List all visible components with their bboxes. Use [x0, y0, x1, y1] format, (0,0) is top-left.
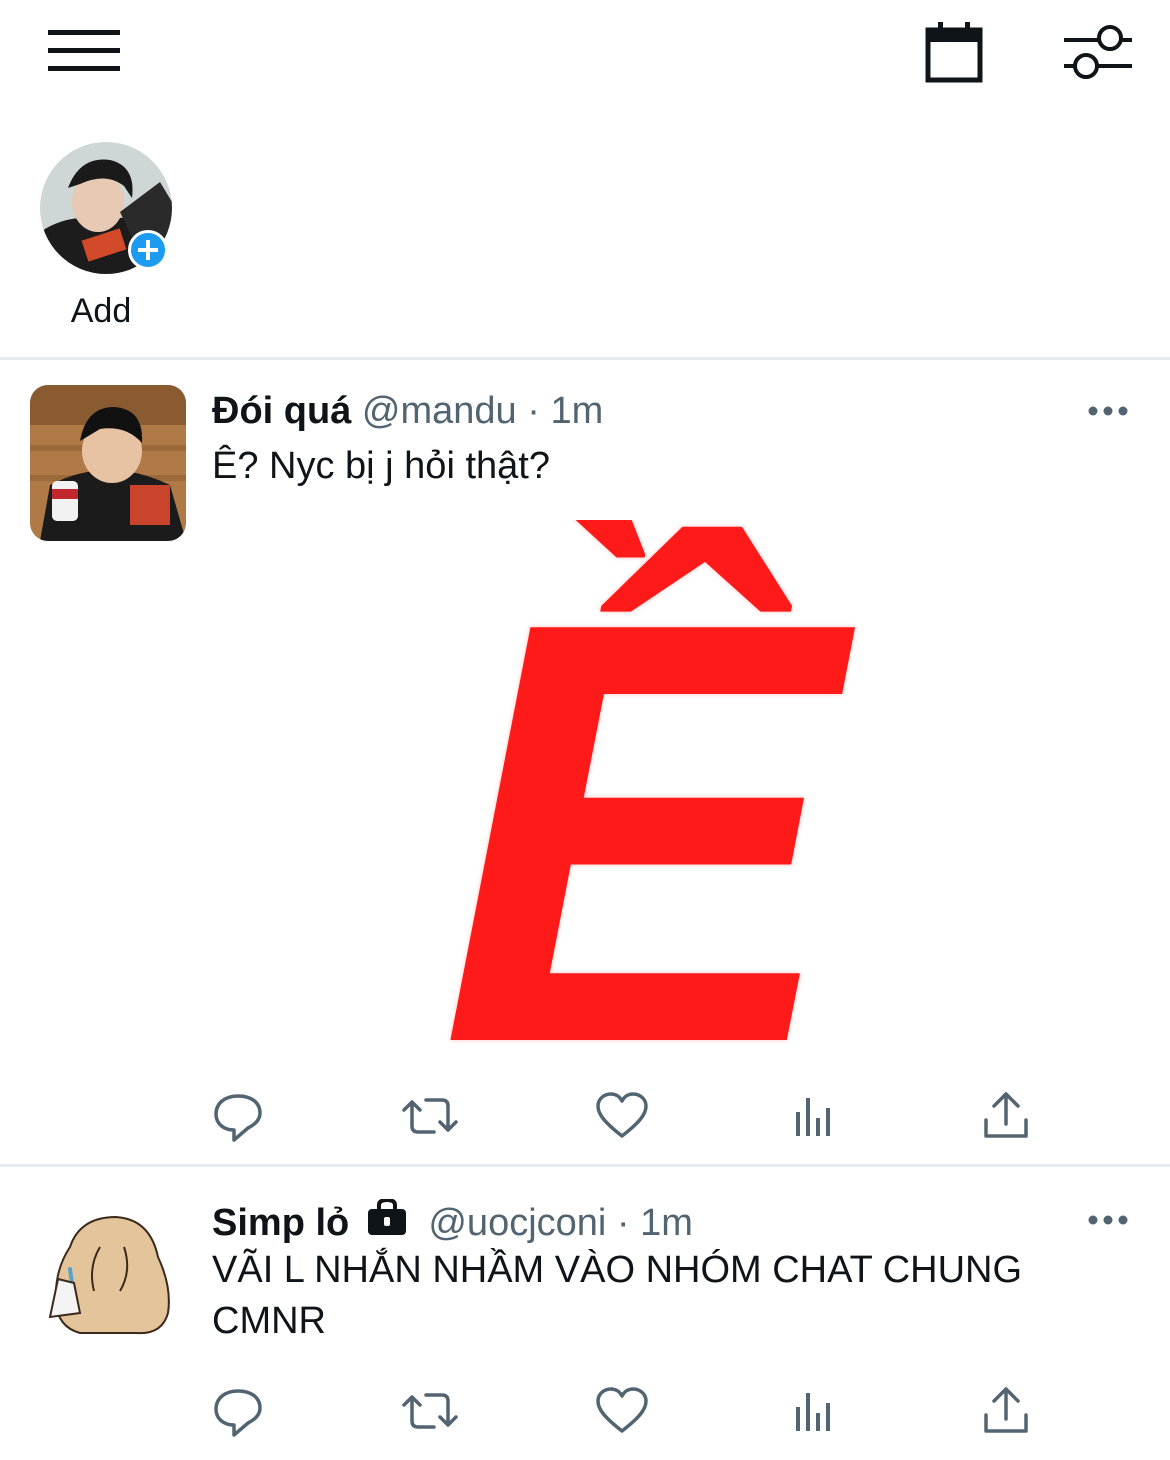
- timestamp[interactable]: 1m: [550, 390, 603, 432]
- plus-icon: [128, 230, 168, 270]
- lock-icon: [366, 1197, 408, 1248]
- reply-icon[interactable]: [210, 1088, 266, 1144]
- top-bar: [0, 0, 1170, 110]
- avatar[interactable]: [40, 1207, 180, 1337]
- add-story-label: Add: [70, 292, 132, 330]
- retweet-icon[interactable]: [400, 1088, 458, 1144]
- tweet-actions: [0, 1088, 1170, 1148]
- tweet-text: Ê? Nyc bị j hỏi thật?: [212, 445, 550, 487]
- timestamp[interactable]: 1m: [640, 1202, 693, 1244]
- display-name[interactable]: Đói quá: [212, 390, 351, 432]
- display-name[interactable]: Simp lỏ: [212, 1202, 349, 1244]
- avatar[interactable]: [30, 385, 186, 541]
- media-letter: Ề: [440, 520, 862, 1060]
- separator-dot: ·: [616, 1202, 630, 1244]
- tweet[interactable]: Simp lỏ @uocjconi · 1m VÃI L NHẮN NHẦM V…: [0, 1167, 1170, 1460]
- tweet-header: Đói quá @mandu · 1m: [212, 388, 603, 434]
- hamburger-menu-icon[interactable]: [48, 28, 120, 79]
- retweet-icon[interactable]: [400, 1383, 458, 1439]
- like-icon[interactable]: [594, 1383, 650, 1439]
- share-icon[interactable]: [978, 1088, 1034, 1144]
- tweet-image[interactable]: Ề Ề: [410, 496, 870, 1168]
- stories-row: Add: [0, 110, 1170, 358]
- user-handle[interactable]: @uocjconi: [428, 1202, 606, 1244]
- calendar-icon[interactable]: [924, 20, 984, 89]
- ellipsis-icon[interactable]: [1088, 1213, 1128, 1231]
- ellipsis-icon[interactable]: [1088, 404, 1128, 422]
- analytics-icon[interactable]: [788, 1383, 844, 1439]
- add-story-button[interactable]: Add: [40, 142, 176, 331]
- tweet-actions: [0, 1383, 1170, 1443]
- user-handle[interactable]: @mandu: [362, 390, 517, 432]
- reply-icon[interactable]: [210, 1383, 266, 1439]
- tweet[interactable]: Đói quá @mandu · 1m Ê? Nyc bị j hỏi thật…: [0, 360, 1170, 1168]
- like-icon[interactable]: [594, 1088, 650, 1144]
- share-icon[interactable]: [978, 1383, 1034, 1439]
- tweet-header: Simp lỏ @uocjconi · 1m: [212, 1197, 693, 1248]
- analytics-icon[interactable]: [788, 1088, 844, 1144]
- separator-dot: ·: [527, 390, 540, 432]
- tweet-text: VÃI L NHẮN NHẦM VÀO NHÓM CHAT CHUNG CMNR: [212, 1249, 1023, 1342]
- sliders-icon[interactable]: [1064, 24, 1132, 87]
- avatar: [40, 142, 172, 274]
